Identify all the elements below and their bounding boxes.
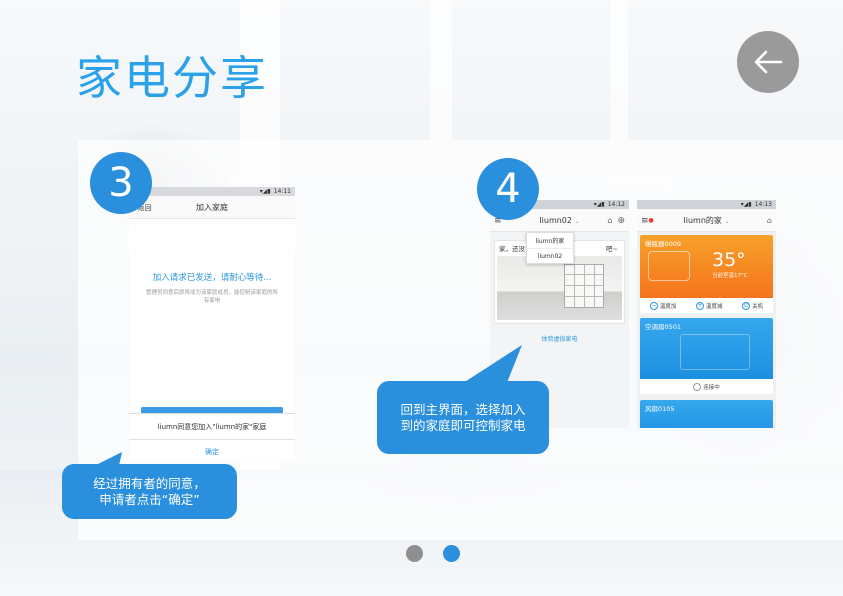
status-time: 14:13 xyxy=(754,201,772,208)
home-icon[interactable]: ⌂ xyxy=(607,216,612,225)
signal-icon: ▾◢▮ xyxy=(740,201,752,208)
status-bar: ▾◢▮ 14:13 xyxy=(637,200,776,209)
step-4-callout: 回到主界面，选择加入 到的家庭即可控制家电 xyxy=(377,381,549,454)
callout-pointer xyxy=(460,345,522,385)
dialog-message: liumn同意您加入"liumn的家"家庭 xyxy=(129,414,295,440)
device-temperature: 35° xyxy=(712,249,746,271)
app-bar: ≡ ● liumn的家 ⌄ ⌂ xyxy=(637,209,776,232)
request-sent-message: 加入请求已发送，请耐心等待... xyxy=(152,273,272,283)
control-label: 关机 xyxy=(752,303,764,310)
app-bar-actions: ⌂ xyxy=(767,209,772,232)
device-status: 连接中 xyxy=(640,379,773,394)
callout-line: 经过拥有者的同意， xyxy=(93,475,206,491)
app-bar: ‹ 返回 加入家庭 xyxy=(129,196,295,219)
step-4-badge: 4 xyxy=(477,158,539,220)
signal-icon: ▾◢▮ xyxy=(593,201,605,208)
app-bar-actions: ⌂ ⊕ xyxy=(607,209,625,232)
card-text-right: 吧~ xyxy=(606,245,618,253)
device-controls: − 温度加 + 温度减 ⏻ 关机 xyxy=(640,298,773,313)
device-card-aircon[interactable]: 空调扇0501 连接中 xyxy=(640,318,773,394)
control-label: 温度减 xyxy=(705,303,723,310)
arrow-left-icon xyxy=(754,50,783,74)
card-text: 家，还没 xyxy=(499,245,525,253)
temp-down-button[interactable]: + 温度减 xyxy=(695,301,723,310)
page-dot-1[interactable] xyxy=(406,545,423,562)
step-4-heading: 控制家电 xyxy=(611,174,672,192)
home-title-label: liumn的家 xyxy=(683,215,722,225)
request-note: 管理员同意后即将成为该家庭成员，能控制该家庭的所有家电 xyxy=(145,290,278,304)
add-icon[interactable]: ⊕ xyxy=(617,216,625,226)
status-time: 14:12 xyxy=(607,201,625,208)
home-selector[interactable]: liumn02 ⌄ xyxy=(539,216,579,225)
connecting-status: 连接中 xyxy=(693,382,720,391)
callout-line: 申请者点击“确定” xyxy=(99,491,200,507)
status-bar: ▾◢▮ 14:11 xyxy=(129,187,295,196)
loading-icon xyxy=(693,382,702,391)
signal-icon: ▾◢▮ xyxy=(259,188,271,195)
phone-screen-join-family: ▾◢▮ 14:11 ‹ 返回 加入家庭 加入请求已发送，请耐心等待... 管理员… xyxy=(129,187,295,460)
power-icon: ⏻ xyxy=(742,301,751,310)
step-3-heading: 动 xyxy=(226,170,242,188)
empty-room-image xyxy=(497,256,622,320)
dropdown-item[interactable]: liumn的家 xyxy=(527,233,573,248)
device-card-heater[interactable]: 暖瓶器0009 35° 当前室温17°C − 温度加 + 温度减 ⏻ 关机 xyxy=(640,235,773,313)
plus-circle-icon: + xyxy=(695,301,704,310)
temp-up-button[interactable]: − 温度加 xyxy=(649,301,677,310)
virtual-appliance-link[interactable]: 体验虚拟家电 xyxy=(490,334,629,343)
home-title[interactable]: liumn的家 ⌄ xyxy=(684,215,730,226)
device-name: 风扇0105 xyxy=(645,405,675,413)
minus-circle-icon: − xyxy=(649,301,658,310)
chevron-down-icon: ⌄ xyxy=(574,217,580,225)
page-dot-2-active[interactable] xyxy=(443,545,460,562)
step-3-badge: 3 xyxy=(90,152,152,214)
app-page-title: 加入家庭 xyxy=(196,202,228,212)
power-off-button[interactable]: ⏻ 关机 xyxy=(742,301,764,310)
home-selector-label: liumn02 xyxy=(539,215,572,225)
aircon-graphic xyxy=(680,334,750,370)
window-graphic xyxy=(564,264,604,308)
dialog-ok-button[interactable]: 确定 xyxy=(129,440,295,460)
pagination xyxy=(406,545,460,562)
heater-graphic xyxy=(648,251,690,281)
page-title: 家电分享 xyxy=(76,51,268,105)
device-list: 暖瓶器0009 35° 当前室温17°C − 温度加 + 温度减 ⏻ 关机 空调扇05… xyxy=(637,232,776,428)
menu-icon[interactable]: ≡ ● xyxy=(641,209,654,232)
callout-line: 回到主界面，选择加入 xyxy=(400,401,526,417)
callout-line: 到的家庭即可控制家电 xyxy=(400,417,526,433)
step-3-callout: 经过拥有者的同意， 申请者点击“确定” xyxy=(62,464,237,519)
chevron-down-icon: ⌄ xyxy=(724,217,730,225)
confirm-dialog: liumn同意您加入"liumn的家"家庭 确定 xyxy=(129,413,295,460)
callout-pointer xyxy=(86,452,122,470)
dropdown-item[interactable]: liumn02 xyxy=(527,248,573,263)
home-dropdown: liumn的家 liumn02 xyxy=(526,232,574,264)
device-name: 空调扇0501 xyxy=(645,323,682,331)
device-room-temp: 当前室温17°C xyxy=(712,273,748,279)
control-label: 温度加 xyxy=(659,303,677,310)
home-icon[interactable]: ⌂ xyxy=(767,216,772,225)
phone-screen-device-list: ▾◢▮ 14:13 ≡ ● liumn的家 ⌄ ⌂ 暖瓶器0009 35° 当前室… xyxy=(637,200,776,428)
device-card-fan[interactable]: 风扇0105 xyxy=(640,400,773,428)
status-label: 连接中 xyxy=(703,384,720,391)
back-button[interactable] xyxy=(737,31,799,93)
status-time: 14:11 xyxy=(273,188,291,195)
device-name: 暖瓶器0009 xyxy=(645,240,682,248)
